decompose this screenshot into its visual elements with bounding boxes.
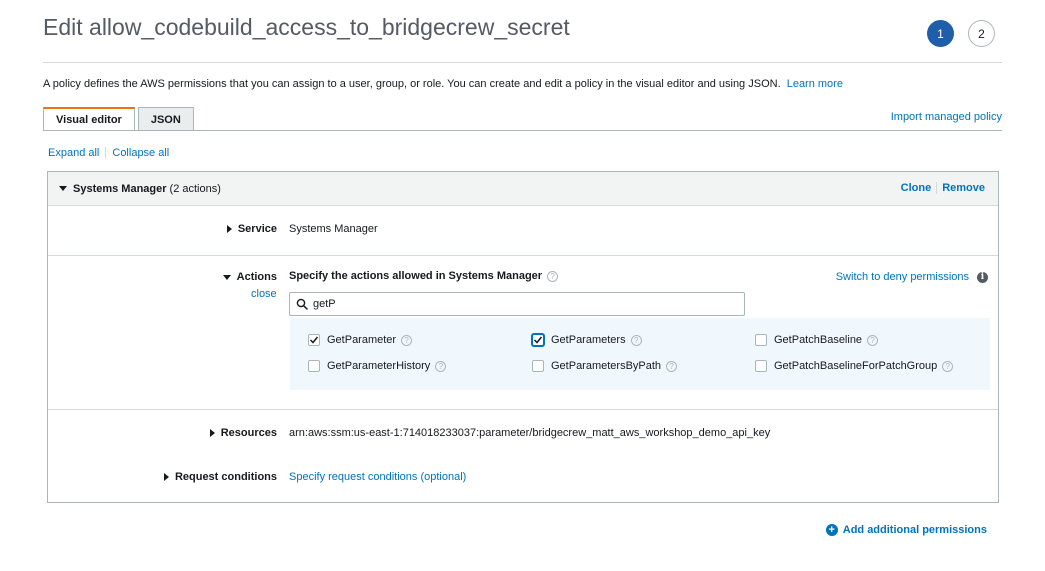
action-item-getparametersbypath[interactable]: GetParametersByPath ? [532,360,678,372]
action-label: GetPatchBaselineForPatchGroup [774,360,938,372]
learn-more-link[interactable]: Learn more [787,78,843,90]
expand-all-link[interactable]: Expand all [48,147,99,159]
actions-heading: Specify the actions allowed in Systems M… [289,270,559,282]
help-icon[interactable]: ? [435,360,447,372]
request-conditions-link[interactable]: Specify request conditions (optional) [289,471,466,483]
actions-close-link[interactable]: close [251,288,277,300]
caret-down-icon[interactable] [59,186,67,191]
action-checkbox-grid: GetParameter ? GetParameters ? GetPatchB… [290,318,990,390]
wizard-steps: 1 2 [927,20,995,47]
intro-description: A policy defines the AWS permissions tha… [43,78,781,90]
resources-value: arn:aws:ssm:us-east-1:714018233037:param… [289,427,771,439]
add-additional-permissions[interactable]: + Add additional permissions [825,524,987,536]
help-icon[interactable]: ? [547,270,559,282]
search-icon [296,298,308,310]
actions-search-input[interactable] [313,298,733,310]
caret-right-icon[interactable] [226,225,232,233]
service-value: Systems Manager [289,223,378,235]
caret-down-icon[interactable] [222,274,231,280]
import-managed-policy-link[interactable]: Import managed policy [891,111,1002,123]
panel-header[interactable]: Systems Manager (2 actions) Clone Remove [48,172,998,206]
actions-search-field[interactable] [289,292,745,316]
action-label: GetParameters [551,334,626,346]
panel-header-actions: Clone Remove [901,182,985,194]
editor-tabs: Visual editor JSON [43,107,197,131]
switch-deny-permissions: Switch to deny permissions i [836,271,988,283]
expand-collapse-controls: Expand all Collapse all [48,147,169,159]
tab-json[interactable]: JSON [137,107,194,131]
action-label: GetParameter [327,334,397,346]
intro-text: A policy defines the AWS permissions tha… [43,78,843,90]
action-label: GetPatchBaseline [774,334,863,346]
plus-circle-icon: + [825,524,838,536]
clone-button[interactable]: Clone [901,182,932,194]
checkbox-getparameter[interactable] [308,334,320,346]
switch-to-deny-link[interactable]: Switch to deny permissions [836,271,969,283]
help-icon[interactable]: ? [630,334,642,346]
row-divider [48,409,998,410]
page-title: Edit allow_codebuild_access_to_bridgecre… [43,14,570,40]
remove-button[interactable]: Remove [942,182,985,194]
request-conditions-row-label[interactable]: Request conditions [163,471,277,483]
help-icon[interactable]: ? [942,360,954,372]
info-icon[interactable]: i [977,271,988,283]
step-1[interactable]: 1 [927,20,954,47]
resources-row-label[interactable]: Resources [209,427,277,439]
checkbox-getpatchbaselineforpatchgroup[interactable] [755,360,767,372]
action-item-getpatchbaseline[interactable]: GetPatchBaseline ? [755,334,879,346]
request-conditions-label: Request conditions [174,471,277,483]
checkbox-getparametersbypath[interactable] [532,360,544,372]
checkbox-getparameters[interactable] [532,334,544,346]
help-icon[interactable]: ? [401,334,413,346]
actions-label: Actions [236,271,277,283]
help-icon[interactable]: ? [867,334,879,346]
actions-heading-text: Specify the actions allowed in Systems M… [289,270,543,282]
separator [936,182,938,194]
action-label: GetParametersByPath [551,360,662,372]
service-label: Service [237,223,277,235]
collapse-all-link[interactable]: Collapse all [112,147,169,159]
action-item-getparameter[interactable]: GetParameter ? [308,334,413,346]
action-item-getpatchbaselineforpatchgroup[interactable]: GetPatchBaselineForPatchGroup ? [755,360,954,372]
help-icon[interactable]: ? [666,360,678,372]
tab-divider [43,130,1002,131]
checkbox-getpatchbaseline[interactable] [755,334,767,346]
row-divider [48,255,998,256]
title-divider [43,62,1002,63]
tab-visual-editor[interactable]: Visual editor [43,107,135,131]
add-permissions-link[interactable]: Add additional permissions [843,524,987,536]
action-item-getparameters[interactable]: GetParameters ? [532,334,642,346]
panel-service-name: Systems Manager [73,182,167,195]
resources-label: Resources [220,427,277,439]
action-item-getparameterhistory[interactable]: GetParameterHistory ? [308,360,447,372]
check-icon [309,336,319,344]
caret-right-icon[interactable] [163,473,169,481]
permission-panel: Systems Manager (2 actions) Clone Remove… [47,171,999,503]
step-2[interactable]: 2 [968,20,995,47]
actions-row-label[interactable]: Actions [222,271,277,283]
action-label: GetParameterHistory [327,360,431,372]
panel-action-count: (2 actions) [169,182,221,195]
caret-right-icon[interactable] [209,429,215,437]
checkbox-getparameterhistory[interactable] [308,360,320,372]
service-row-label[interactable]: Service [226,223,277,235]
separator [105,147,107,159]
check-icon [533,336,543,344]
